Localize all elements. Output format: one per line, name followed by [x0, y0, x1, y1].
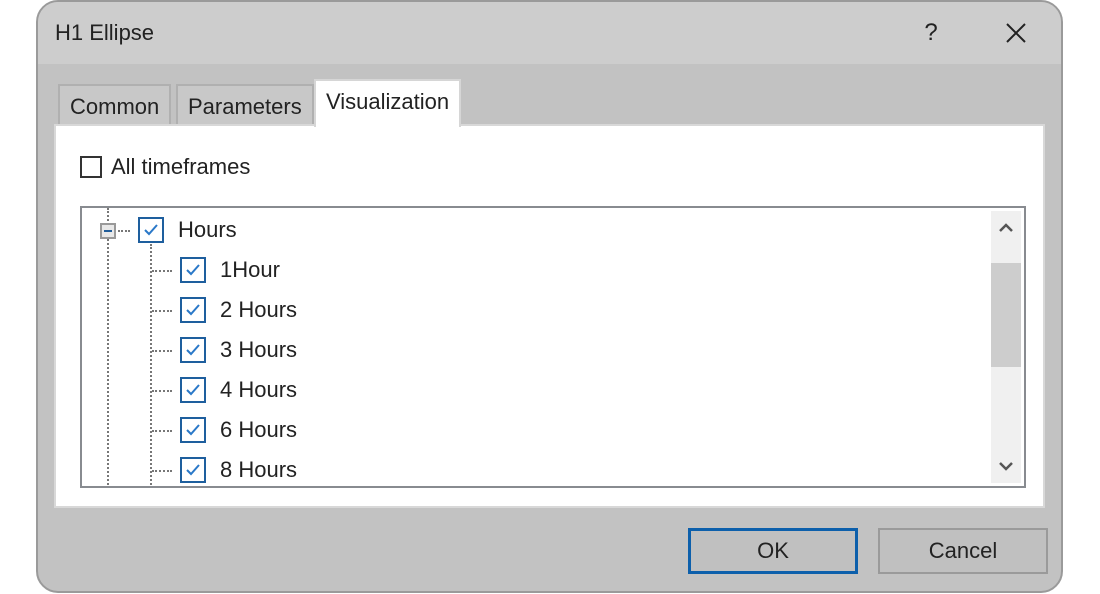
checkmark-icon	[186, 264, 200, 276]
tab-common[interactable]: Common	[58, 84, 172, 124]
tree-connector-line	[152, 270, 172, 272]
scroll-up-button[interactable]	[991, 213, 1021, 243]
minus-icon	[104, 230, 112, 232]
collapse-toggle[interactable]	[100, 223, 116, 239]
tree-connector-line	[152, 390, 172, 392]
tree-node-label: 3 Hours	[220, 337, 298, 362]
checkbox-checked[interactable]	[180, 257, 206, 283]
vertical-scrollbar[interactable]	[991, 211, 1021, 483]
scrollbar-thumb[interactable]	[991, 263, 1021, 367]
tree-connector-line	[152, 470, 172, 472]
checkbox-checked[interactable]	[180, 457, 206, 483]
tab-parameters[interactable]: Parameters	[176, 84, 314, 124]
tree-connector-line	[152, 350, 172, 352]
tree-node-label: Hours	[178, 217, 237, 242]
tree-connector-line	[118, 230, 130, 232]
tree-node-2hours[interactable]: 2 Hours	[180, 297, 297, 323]
checkmark-icon	[186, 464, 200, 476]
tree-node-1hour[interactable]: 1Hour	[180, 257, 280, 283]
all-timeframes-label: All timeframes	[111, 154, 251, 179]
close-button[interactable]	[993, 10, 1039, 56]
window-title: H1 Ellipse	[55, 20, 155, 45]
tree-connector-line	[152, 430, 172, 432]
checkbox-box[interactable]	[80, 156, 102, 178]
tree-connector-line	[152, 310, 172, 312]
checkmark-icon	[186, 424, 200, 436]
tree-connector-line	[107, 208, 109, 486]
tree-node-8hours[interactable]: 8 Hours	[180, 457, 297, 483]
tree-connector-line	[150, 244, 152, 486]
timeframes-tree: Hours 1Hour 2 Hours 3 Hours 4 Hours 6 Ho…	[80, 206, 1026, 488]
title-bar: H1 Ellipse ?	[38, 2, 1061, 64]
chevron-down-icon	[999, 462, 1013, 471]
scroll-down-button[interactable]	[991, 451, 1021, 481]
checkmark-icon	[186, 384, 200, 396]
checkbox-checked[interactable]	[180, 297, 206, 323]
tree-node-3hours[interactable]: 3 Hours	[180, 337, 297, 363]
checkmark-icon	[144, 224, 158, 236]
tree-node-6hours[interactable]: 6 Hours	[180, 417, 297, 443]
tab-visualization[interactable]: Visualization	[314, 79, 462, 127]
tree-node-label: 1Hour	[220, 257, 280, 282]
visualization-panel: All timeframes Hours 1Hour 2 Hours 3 Hou…	[54, 124, 1045, 508]
checkbox-checked[interactable]	[138, 217, 164, 243]
help-button[interactable]: ?	[908, 10, 954, 56]
tree-node-label: 4 Hours	[220, 377, 298, 402]
checkbox-checked[interactable]	[180, 337, 206, 363]
tree-node-4hours[interactable]: 4 Hours	[180, 377, 297, 403]
chevron-up-icon	[999, 223, 1013, 232]
checkbox-checked[interactable]	[180, 417, 206, 443]
close-icon	[1006, 23, 1026, 43]
checkmark-icon	[186, 304, 200, 316]
tree-node-hours[interactable]: Hours	[138, 217, 237, 243]
dialog-window: H1 Ellipse ? Common Parameters Visualiza…	[36, 0, 1063, 593]
checkbox-checked[interactable]	[180, 377, 206, 403]
all-timeframes-checkbox[interactable]: All timeframes	[80, 154, 250, 180]
tree-node-label: 8 Hours	[220, 457, 298, 482]
cancel-button[interactable]: Cancel	[878, 528, 1048, 574]
tree-node-label: 6 Hours	[220, 417, 298, 442]
checkmark-icon	[186, 344, 200, 356]
ok-button[interactable]: OK	[688, 528, 858, 574]
tree-node-label: 2 Hours	[220, 297, 298, 322]
